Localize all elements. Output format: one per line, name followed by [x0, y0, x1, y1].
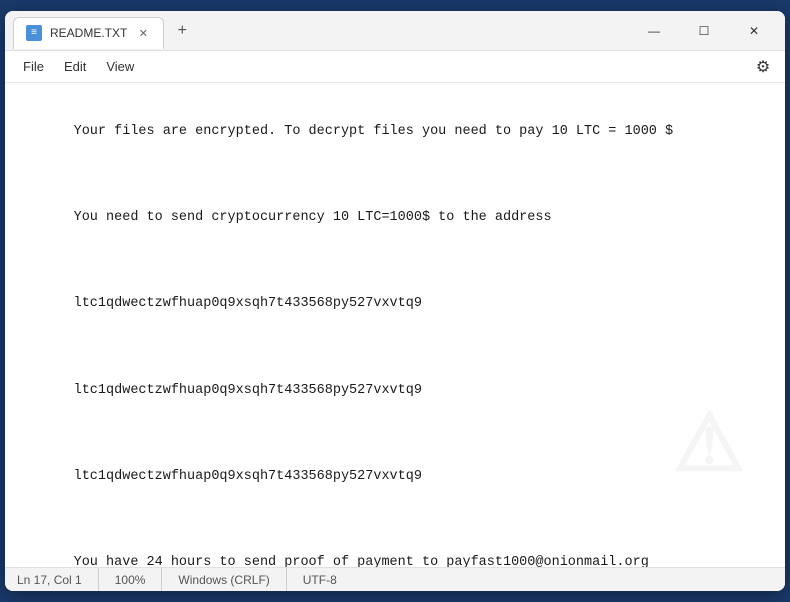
maximize-button[interactable]: ☐: [681, 15, 727, 47]
status-bar: Ln 17, Col 1 100% Windows (CRLF) UTF-8: [5, 567, 785, 591]
line5: ltc1qdwectzwfhuap0q9xsqh7t433568py527vxv…: [74, 296, 422, 311]
zoom-level: 100%: [99, 568, 163, 591]
title-bar: README.TXT ✕ + — ☐ ✕: [5, 11, 785, 51]
view-menu[interactable]: View: [96, 55, 144, 78]
line-ending: Windows (CRLF): [162, 568, 286, 591]
line3: You need to send cryptocurrency 10 LTC=1…: [74, 210, 552, 225]
cursor-position: Ln 17, Col 1: [17, 568, 99, 591]
line9: ltc1qdwectzwfhuap0q9xsqh7t433568py527vxv…: [74, 469, 422, 484]
file-icon: [26, 25, 42, 41]
line7: ltc1qdwectzwfhuap0q9xsqh7t433568py527vxv…: [74, 383, 422, 398]
tab-close-button[interactable]: ✕: [135, 25, 151, 41]
menu-bar: File Edit View ⚙: [5, 51, 785, 83]
active-tab[interactable]: README.TXT ✕: [13, 17, 164, 49]
close-button[interactable]: ✕: [731, 15, 777, 47]
settings-button[interactable]: ⚙: [749, 53, 777, 81]
line1: Your files are encrypted. To decrypt fil…: [74, 124, 674, 139]
line11: You have 24 hours to send proof of payme…: [74, 555, 649, 567]
editor-text: Your files are encrypted. To decrypt fil…: [25, 99, 765, 567]
title-bar-left: README.TXT ✕ +: [13, 13, 631, 49]
tab-label: README.TXT: [50, 26, 127, 40]
window-controls: — ☐ ✕: [631, 15, 777, 47]
text-editor-content[interactable]: Your files are encrypted. To decrypt fil…: [5, 83, 785, 567]
edit-menu[interactable]: Edit: [54, 55, 96, 78]
minimize-button[interactable]: —: [631, 15, 677, 47]
new-tab-button[interactable]: +: [168, 17, 196, 45]
encoding: UTF-8: [287, 568, 353, 591]
notepad-window: README.TXT ✕ + — ☐ ✕ File Edit View ⚙ Yo…: [5, 11, 785, 591]
file-menu[interactable]: File: [13, 55, 54, 78]
